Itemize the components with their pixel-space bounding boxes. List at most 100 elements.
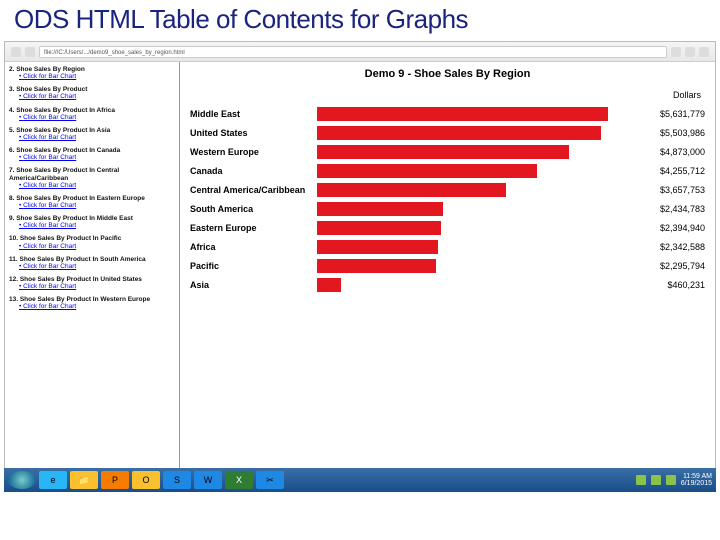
bar-cell — [315, 278, 629, 292]
taskbar-app-excel[interactable]: X — [225, 471, 253, 489]
taskbar-app-explorer[interactable]: 📁 — [70, 471, 98, 489]
toc-link[interactable]: Click for Bar Chart — [19, 283, 175, 290]
toc-item-title: 10. Shoe Sales By Product In Pacific — [9, 235, 175, 242]
tray-icon[interactable] — [651, 475, 661, 485]
toc-item: 10. Shoe Sales By Product In PacificClic… — [9, 235, 175, 249]
bar-cell — [315, 164, 629, 178]
toc-item: 9. Shoe Sales By Product In Middle EastC… — [9, 215, 175, 229]
toc-item-title: 5. Shoe Sales By Product In Asia — [9, 127, 175, 134]
slide-title: ODS HTML Table of Contents for Graphs — [0, 0, 720, 41]
bar-cell — [315, 221, 629, 235]
tray-icon[interactable] — [666, 475, 676, 485]
toc-item-title: 4. Shoe Sales By Product In Africa — [9, 107, 175, 114]
toc-link[interactable]: Click for Bar Chart — [19, 303, 175, 310]
bar — [317, 259, 436, 273]
bar — [317, 221, 441, 235]
chart-row: Eastern Europe$2,394,940 — [190, 218, 705, 237]
toc-item-title: 12. Shoe Sales By Product In United Stat… — [9, 276, 175, 283]
category-label: Africa — [190, 242, 315, 252]
bar — [317, 145, 569, 159]
start-button[interactable] — [8, 471, 36, 489]
taskbar-app-outlook[interactable]: O — [132, 471, 160, 489]
value-label: $5,503,986 — [629, 128, 705, 138]
chart-row: Canada $4,255,712 — [190, 161, 705, 180]
home-icon[interactable] — [671, 47, 681, 57]
chart-row: United States $5,503,986 — [190, 123, 705, 142]
value-label: $2,434,783 — [629, 204, 705, 214]
toc-link[interactable]: Click for Bar Chart — [19, 93, 175, 100]
chart-row: South America $2,434,783 — [190, 199, 705, 218]
back-button[interactable] — [11, 47, 21, 57]
toc-item: 3. Shoe Sales By ProductClick for Bar Ch… — [9, 86, 175, 100]
windows-taskbar[interactable]: e 📁 P O S W X ✂ 11:59 AM 6/19/2015 — [4, 468, 716, 492]
toc-link[interactable]: Click for Bar Chart — [19, 182, 175, 189]
favorites-icon[interactable] — [685, 47, 695, 57]
table-of-contents: 2. Shoe Sales By RegionClick for Bar Cha… — [5, 62, 180, 475]
chart-row: Pacific $2,295,794 — [190, 256, 705, 275]
category-label: Pacific — [190, 261, 315, 271]
value-label: $460,231 — [629, 280, 705, 290]
bar — [317, 126, 601, 140]
toc-item: 11. Shoe Sales By Product In South Ameri… — [9, 256, 175, 270]
chart-row: Middle East$5,631,779 — [190, 104, 705, 123]
value-label: $3,657,753 — [629, 185, 705, 195]
category-label: South America — [190, 204, 315, 214]
bar — [317, 164, 537, 178]
bar-cell — [315, 145, 629, 159]
toc-item-title: 3. Shoe Sales By Product — [9, 86, 175, 93]
toc-item: 2. Shoe Sales By RegionClick for Bar Cha… — [9, 66, 175, 80]
toc-item: 6. Shoe Sales By Product In CanadaClick … — [9, 147, 175, 161]
toc-link[interactable]: Click for Bar Chart — [19, 222, 175, 229]
bar-cell — [315, 183, 629, 197]
category-label: Asia — [190, 280, 315, 290]
bar-cell — [315, 259, 629, 273]
toc-item-title: 9. Shoe Sales By Product In Middle East — [9, 215, 175, 222]
toc-item-title: 6. Shoe Sales By Product In Canada — [9, 147, 175, 154]
taskbar-app-ie[interactable]: e — [39, 471, 67, 489]
value-label: $2,394,940 — [629, 223, 705, 233]
system-tray-clock[interactable]: 11:59 AM 6/19/2015 — [681, 473, 712, 487]
forward-button[interactable] — [25, 47, 35, 57]
toc-item-title: 11. Shoe Sales By Product In South Ameri… — [9, 256, 175, 263]
bar — [317, 202, 443, 216]
toc-link[interactable]: Click for Bar Chart — [19, 73, 175, 80]
taskbar-app-word[interactable]: W — [194, 471, 222, 489]
main-frame: Demo 9 - Shoe Sales By Region Dollars Mi… — [180, 62, 715, 475]
toc-link[interactable]: Click for Bar Chart — [19, 243, 175, 250]
toc-item: 13. Shoe Sales By Product In Western Eur… — [9, 296, 175, 310]
category-label: United States — [190, 128, 315, 138]
toc-link[interactable]: Click for Bar Chart — [19, 134, 175, 141]
tools-icon[interactable] — [699, 47, 709, 57]
chart-title: Demo 9 - Shoe Sales By Region — [190, 68, 705, 80]
bar — [317, 107, 608, 121]
value-label: $4,873,000 — [629, 147, 705, 157]
chart-row: Asia $460,231 — [190, 275, 705, 294]
category-label: Canada — [190, 166, 315, 176]
value-label: $4,255,712 — [629, 166, 705, 176]
address-bar[interactable]: file:///C:/Users/.../demo9_shoe_sales_by… — [39, 46, 667, 58]
browser-toolbar: file:///C:/Users/.../demo9_shoe_sales_by… — [5, 42, 715, 62]
taskbar-app-sas[interactable]: S — [163, 471, 191, 489]
toc-link[interactable]: Click for Bar Chart — [19, 263, 175, 270]
chart-row: Central America/Caribbean$3,657,753 — [190, 180, 705, 199]
toc-item: 8. Shoe Sales By Product In Eastern Euro… — [9, 195, 175, 209]
tray-icon[interactable] — [636, 475, 646, 485]
chart-row: Western Europe $4,873,000 — [190, 142, 705, 161]
value-label: $2,342,588 — [629, 242, 705, 252]
taskbar-app-powerpoint[interactable]: P — [101, 471, 129, 489]
value-label: $2,295,794 — [629, 261, 705, 271]
toc-item-title: 8. Shoe Sales By Product In Eastern Euro… — [9, 195, 175, 202]
bar — [317, 278, 341, 292]
taskbar-app-snip[interactable]: ✂ — [256, 471, 284, 489]
toc-item: 7. Shoe Sales By Product In Central Amer… — [9, 167, 175, 188]
toc-item: 12. Shoe Sales By Product In United Stat… — [9, 276, 175, 290]
toc-item-title: 2. Shoe Sales By Region — [9, 66, 175, 73]
toc-item-title: 13. Shoe Sales By Product In Western Eur… — [9, 296, 175, 303]
category-label: Western Europe — [190, 147, 315, 157]
bar — [317, 240, 438, 254]
toc-link[interactable]: Click for Bar Chart — [19, 202, 175, 209]
toc-link[interactable]: Click for Bar Chart — [19, 154, 175, 161]
category-label: Middle East — [190, 109, 315, 119]
html-frameset: 2. Shoe Sales By RegionClick for Bar Cha… — [5, 62, 715, 475]
toc-link[interactable]: Click for Bar Chart — [19, 114, 175, 121]
